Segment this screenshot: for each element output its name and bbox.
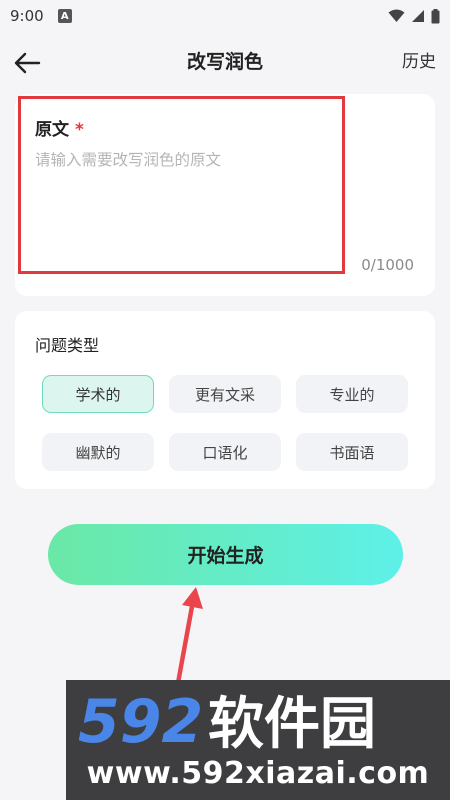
- wifi-icon: [388, 9, 405, 22]
- arrow-left-icon: [14, 52, 41, 74]
- chip-academic[interactable]: 学术的: [42, 375, 154, 413]
- page-title: 改写润色: [186, 51, 263, 73]
- watermark: 592 软件园 www.592xiazai.com: [66, 680, 450, 800]
- watermark-logo: 592 软件园: [78, 688, 376, 754]
- svg-text:软件园: 软件园: [208, 692, 376, 754]
- back-button[interactable]: [10, 46, 44, 80]
- svg-text:592: 592: [78, 688, 203, 754]
- signal-icon: [412, 10, 424, 22]
- notification-icon: A: [57, 9, 72, 23]
- chip-literary[interactable]: 更有文采: [169, 375, 281, 413]
- status-time: 9:00: [10, 7, 44, 25]
- question-type-title: 问题类型: [35, 336, 100, 355]
- watermark-url: www.592xiazai.com: [86, 756, 430, 791]
- app-bar: 改写润色 历史: [0, 38, 450, 86]
- chip-humorous[interactable]: 幽默的: [42, 433, 154, 471]
- status-icons: [388, 8, 440, 24]
- chip-written[interactable]: 书面语: [296, 433, 408, 471]
- annotation-arrow-icon: [175, 587, 203, 685]
- history-button[interactable]: 历史: [402, 38, 436, 86]
- original-text-input[interactable]: [35, 148, 405, 248]
- original-text-label: 原文 *: [35, 115, 84, 140]
- generate-button[interactable]: 开始生成: [48, 524, 403, 585]
- chip-colloquial[interactable]: 口语化: [169, 433, 281, 471]
- status-bar: 9:00 A: [0, 0, 450, 32]
- original-text-label-text: 原文: [35, 120, 69, 140]
- chip-professional[interactable]: 专业的: [296, 375, 408, 413]
- required-mark: *: [75, 120, 84, 140]
- char-count: 0/1000: [361, 256, 414, 274]
- battery-icon: [431, 8, 440, 23]
